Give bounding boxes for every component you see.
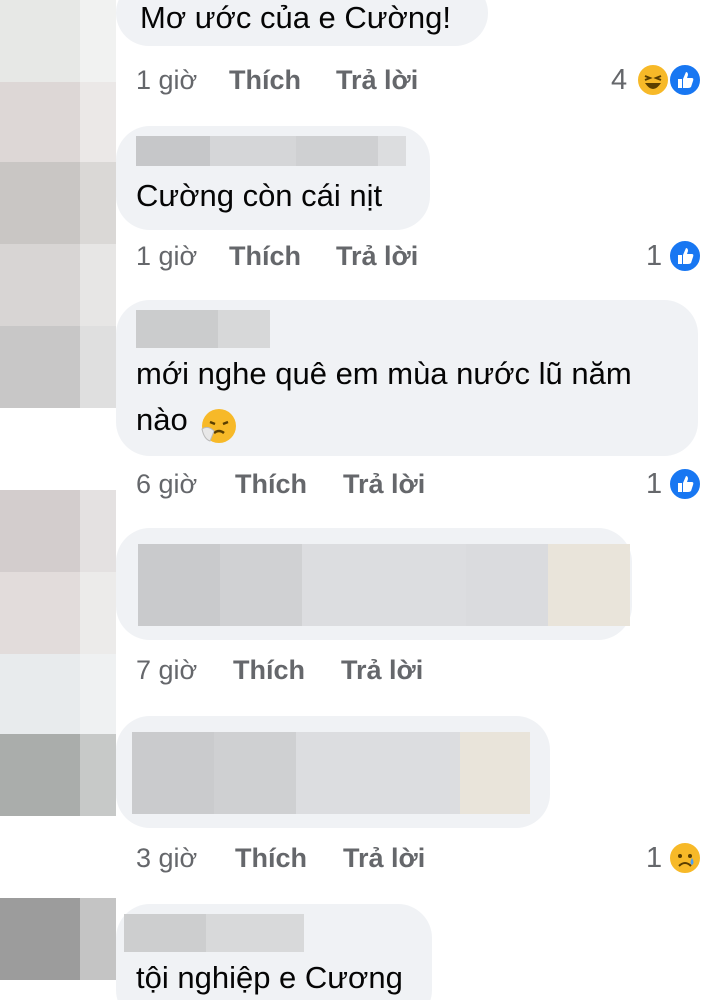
sneezing-face-icon: [200, 407, 238, 445]
comment-time: 6 giờ: [136, 469, 198, 499]
reply-button[interactable]: Trả lời: [343, 464, 425, 504]
blurred-author-name: [136, 310, 270, 348]
comment-actions: 3 giờ Thích Trả lời: [136, 838, 456, 878]
haha-icon: [636, 63, 670, 97]
reaction-count: 1: [646, 240, 663, 272]
like-button[interactable]: Thích: [229, 60, 301, 100]
comment-text: Cường còn cái nịt: [136, 178, 383, 213]
like-icon: [668, 63, 702, 97]
like-button[interactable]: Thích: [229, 236, 301, 276]
reaction-count: 1: [646, 468, 663, 500]
like-button[interactable]: Thích: [233, 650, 305, 690]
blurred-avatar-column: [0, 0, 116, 1000]
comment-actions: 1 giờ Thích Trả lời: [136, 236, 456, 276]
comment-bubble: mới nghe quê em mùa nước lũ năm nào: [116, 300, 698, 456]
blurred-comment-content: [138, 544, 630, 626]
comment-text-line-2: nào: [136, 396, 238, 444]
comment-time: 3 giờ: [136, 843, 198, 873]
like-button[interactable]: Thích: [235, 464, 307, 504]
comment-text: Mơ ước của e Cường!: [140, 0, 451, 35]
comment-bubble: tội nghiệp e Cương: [116, 904, 432, 1000]
reply-button[interactable]: Trả lời: [341, 650, 423, 690]
reaction-summary[interactable]: 4: [606, 60, 706, 100]
comment-time: 7 giờ: [136, 655, 198, 685]
comment-text-line: mới nghe quê em mùa nước lũ năm: [136, 356, 632, 391]
like-icon: [668, 239, 702, 273]
reply-button[interactable]: Trả lời: [336, 60, 418, 100]
comment-bubble: [116, 528, 632, 640]
reaction-summary[interactable]: 1: [640, 838, 706, 878]
comment-time: 1 giờ: [136, 241, 198, 271]
comment-actions: 1 giờ Thích Trả lời: [136, 60, 456, 100]
like-icon: [668, 467, 702, 501]
comment-time: 1 giờ: [136, 65, 198, 95]
reaction-summary[interactable]: 1: [640, 464, 706, 504]
comment-bubble: Mơ ước của e Cường!: [116, 0, 488, 46]
reaction-count: 1: [646, 842, 663, 874]
reaction-count: 4: [611, 64, 628, 96]
blurred-author-name: [124, 914, 304, 952]
reply-button[interactable]: Trả lời: [343, 838, 425, 878]
like-button[interactable]: Thích: [235, 838, 307, 878]
comment-text: tội nghiệp e Cương: [136, 960, 403, 995]
comment-text-line: nào: [136, 402, 188, 437]
comment-actions: 6 giờ Thích Trả lời: [136, 464, 456, 504]
comment-bubble: Cường còn cái nịt: [116, 126, 430, 230]
comment-actions: 7 giờ Thích Trả lời: [136, 650, 456, 690]
blurred-comment-content: [132, 732, 530, 814]
blurred-author-name: [136, 136, 406, 166]
reaction-summary[interactable]: 1: [640, 236, 706, 276]
reply-button[interactable]: Trả lời: [336, 236, 418, 276]
sad-icon: [668, 841, 702, 875]
comment-bubble: [116, 716, 550, 828]
